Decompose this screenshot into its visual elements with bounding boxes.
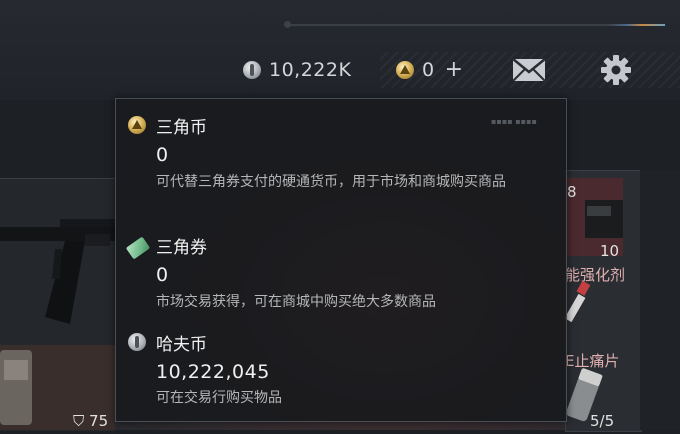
tooltip-amount-sanjiaoquan: 0 xyxy=(156,264,169,286)
triangle-coin-icon xyxy=(128,116,146,134)
hafu-amount: 10,222K xyxy=(269,59,352,81)
right-edge-panel xyxy=(640,170,680,430)
armor-value: ⛉ 75 xyxy=(73,412,109,430)
slot-count-mid: 10 xyxy=(600,242,620,260)
backpack-icon xyxy=(0,350,32,425)
syringe-icon xyxy=(565,280,591,323)
triangle-coin-icon xyxy=(396,61,414,79)
slot-count-top: 8 xyxy=(567,183,577,201)
sanjiao-currency-display[interactable]: 0 + xyxy=(396,58,463,82)
add-currency-button[interactable]: + xyxy=(445,59,463,81)
tooltip-faint-text: ▪▪▪▪ ▪▪▪▪ xyxy=(491,117,537,126)
tooltip-desc-sanjiaobi: 可代替三角券支付的硬通货币，用于市场和商城购买商品 xyxy=(156,174,506,190)
mail-icon[interactable] xyxy=(512,58,546,82)
progress-line-handle xyxy=(284,21,291,28)
tooltip-title-sanjiaoquan: 三角券 xyxy=(156,238,207,258)
gear-icon[interactable] xyxy=(600,54,632,86)
rifle-icon xyxy=(0,219,115,324)
currency-tooltip: ▪▪▪▪ ▪▪▪▪ 三角币 0 可代替三角券支付的硬通货币，用于市场和商城购买商… xyxy=(115,98,567,422)
tooltip-amount-hafubi: 10,222,045 xyxy=(156,361,270,383)
triangle-ticket-icon xyxy=(125,236,151,260)
progress-line xyxy=(285,24,665,26)
tooltip-amount-sanjiaobi: 0 xyxy=(156,144,169,166)
sanjiao-amount: 0 xyxy=(422,59,435,81)
tooltip-title-sanjiaobi: 三角币 xyxy=(156,118,207,138)
capacity-value: 5/5 xyxy=(590,412,615,430)
hafu-coin-icon xyxy=(128,333,146,351)
tooltip-desc-sanjiaoquan: 市场交易获得，可在商城中购买绝大多数商品 xyxy=(156,294,436,310)
hafu-coin-icon xyxy=(243,61,261,79)
tooltip-title-hafubi: 哈夫币 xyxy=(156,335,207,355)
tooltip-desc-hafubi: 可在交易行购买物品 xyxy=(156,390,282,406)
hafu-currency-display[interactable]: 10,222K xyxy=(243,58,351,82)
